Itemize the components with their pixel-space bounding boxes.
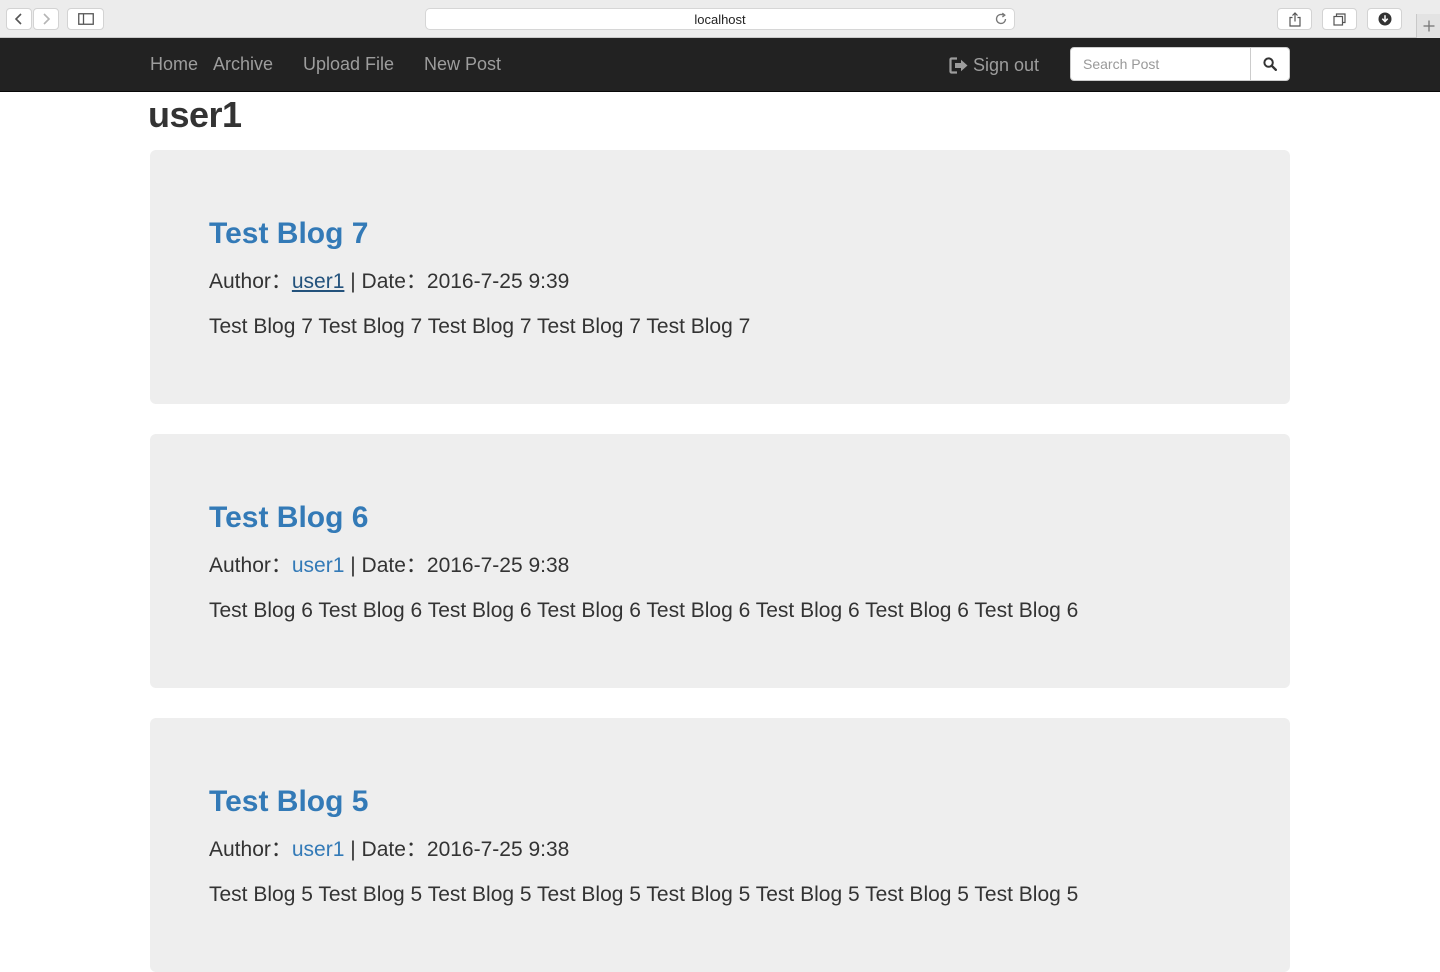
author-link[interactable]: user1 [292, 838, 345, 861]
search-icon [1263, 57, 1277, 71]
meta-separator: | [344, 270, 362, 293]
post-excerpt: Test Blog 5 Test Blog 5 Test Blog 5 Test… [209, 883, 1079, 906]
post-meta: Author：user1 | Date：2016-7-25 9:38 [209, 551, 569, 581]
meta-separator: | [344, 554, 362, 577]
plus-icon [1423, 20, 1434, 32]
url-text: localhost [694, 11, 746, 27]
author-label: Author： [209, 554, 292, 577]
author-link[interactable]: user1 [292, 554, 345, 577]
chevron-left-icon [14, 13, 22, 25]
date-label: Date： [361, 270, 427, 293]
meta-separator: | [344, 838, 362, 861]
nav-new-post-link[interactable]: New Post [424, 38, 501, 90]
downloads-button[interactable] [1367, 8, 1402, 30]
author-label: Author： [209, 838, 292, 861]
post-card: Test Blog 6 Author：user1 | Date：2016-7-2… [150, 434, 1290, 688]
nav-home-link[interactable]: Home [150, 38, 198, 90]
share-button[interactable] [1277, 8, 1312, 30]
post-title-link[interactable]: Test Blog 6 [209, 496, 368, 540]
download-icon [1378, 12, 1391, 26]
sign-out-link[interactable]: Sign out [949, 38, 1039, 92]
post-meta: Author：user1 | Date：2016-7-25 9:38 [209, 835, 569, 865]
new-tab-button[interactable] [1416, 14, 1440, 38]
date-label: Date： [361, 838, 427, 861]
page-title: user1 [148, 94, 242, 135]
post-excerpt: Test Blog 6 Test Blog 6 Test Blog 6 Test… [209, 599, 1079, 622]
date-label: Date： [361, 554, 427, 577]
post-excerpt: Test Blog 7 Test Blog 7 Test Blog 7 Test… [209, 315, 751, 338]
post-meta: Author：user1 | Date：2016-7-25 9:39 [209, 267, 569, 297]
post-card: Test Blog 7 Author：user1 | Date：2016-7-2… [150, 150, 1290, 404]
nav-upload-file-link[interactable]: Upload File [303, 38, 394, 90]
forward-button[interactable] [33, 8, 59, 30]
post-date: 2016-7-25 9:39 [426, 270, 570, 293]
search-button[interactable] [1250, 47, 1290, 81]
tabs-overview-button[interactable] [1322, 8, 1357, 30]
nav-archive-link[interactable]: Archive [213, 38, 273, 90]
author-link[interactable]: user1 [292, 270, 345, 293]
log-out-icon [949, 56, 968, 74]
post-title-link[interactable]: Test Blog 5 [209, 780, 368, 824]
sidebar-icon [77, 13, 94, 25]
chevron-right-icon [43, 13, 51, 25]
share-icon [1288, 11, 1301, 27]
post-date: 2016-7-25 9:38 [426, 554, 570, 577]
post-card: Test Blog 5 Author：user1 | Date：2016-7-2… [150, 718, 1290, 972]
sidebar-toggle-button[interactable] [67, 8, 104, 30]
browser-toolbar: localhost [0, 0, 1440, 38]
back-button[interactable] [6, 8, 32, 30]
post-date: 2016-7-25 9:38 [426, 838, 570, 861]
search-input[interactable] [1070, 47, 1251, 81]
post-title-link[interactable]: Test Blog 7 [209, 212, 368, 256]
tabs-icon [1333, 12, 1346, 26]
author-label: Author： [209, 270, 292, 293]
sign-out-label: Sign out [973, 54, 1040, 75]
reload-icon[interactable] [994, 12, 1008, 26]
top-navbar: Home Archive Upload File New Post Sign o… [0, 38, 1440, 92]
address-bar[interactable]: localhost [425, 8, 1015, 30]
